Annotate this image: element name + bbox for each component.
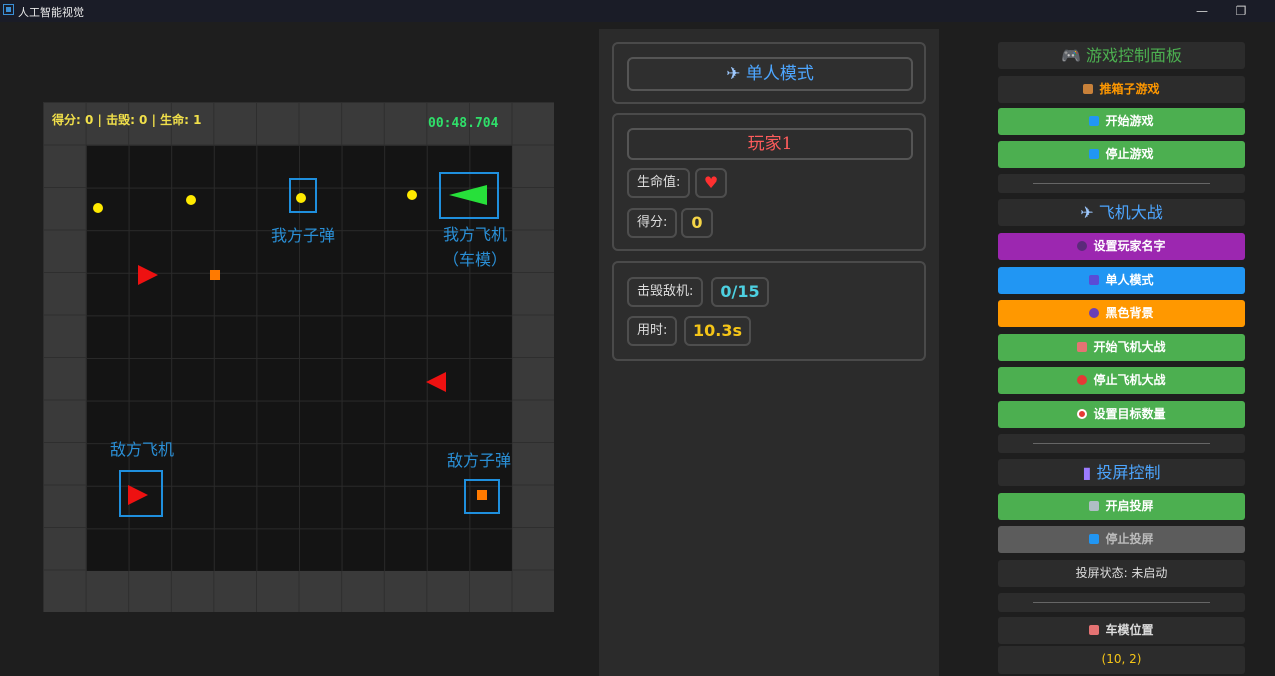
divider xyxy=(998,593,1245,612)
set-target-count-button[interactable]: 设置目标数量 xyxy=(998,401,1245,428)
app-icon xyxy=(3,4,14,15)
stop-plane-label: 停止飞机大战 xyxy=(1093,373,1166,387)
stop-cast-label: 停止投屏 xyxy=(1105,532,1154,546)
player-card: 玩家1 生命值: ♥ 得分: 0 xyxy=(612,113,926,251)
gamepad-icon: 🎮 xyxy=(1060,46,1086,65)
game-arena: 我方子弹 我方飞机 （车模） 敌方飞机 敌方子弹 xyxy=(86,145,512,571)
life-heart-icon: ♥ xyxy=(695,168,727,198)
phone-icon: ▮ xyxy=(1082,463,1097,482)
black-background-button[interactable]: 黑色背景 xyxy=(998,300,1245,327)
stop-game-button[interactable]: 停止游戏 xyxy=(998,141,1245,168)
stop-icon xyxy=(1089,534,1100,544)
start-game-button[interactable]: 开始游戏 xyxy=(998,108,1245,135)
stop-game-label: 停止游戏 xyxy=(1105,147,1154,161)
target-icon xyxy=(1077,409,1088,419)
car-position-title: 车模位置 xyxy=(998,617,1245,644)
my-bullet xyxy=(186,195,196,205)
title-bar: 人工智能视觉 — ❐ xyxy=(0,0,1275,22)
divider xyxy=(998,174,1245,193)
battle-stats-card: 击毁敌机: 0/15 用时: 10.3s xyxy=(612,261,926,361)
panel-title: 🎮 游戏控制面板 xyxy=(998,42,1245,69)
mode-display[interactable]: ✈ 单人模式 xyxy=(627,57,913,91)
set-player-name-button[interactable]: 设置玩家名字 xyxy=(998,233,1245,260)
single-mode-label: 单人模式 xyxy=(1105,273,1154,287)
play-icon xyxy=(1089,116,1100,126)
score-value: 0 xyxy=(681,208,713,238)
enemy-plane-highlight-box xyxy=(119,470,163,517)
restore-button[interactable]: ❐ xyxy=(1230,2,1252,20)
box-icon xyxy=(1083,84,1094,94)
enemy-plane xyxy=(426,372,446,392)
enemy-bullet-label: 敌方子弹 xyxy=(447,451,512,470)
cast-section-title: ▮ 投屏控制 xyxy=(998,459,1245,486)
stop-icon xyxy=(1089,149,1100,159)
my-plane-highlight-box xyxy=(439,172,499,219)
red-circle-icon xyxy=(1077,375,1088,385)
my-plane-label: 我方飞机 （车模） xyxy=(443,225,508,269)
car-position-title-text: 车模位置 xyxy=(1105,623,1154,637)
kills-value: 0/15 xyxy=(711,277,769,307)
stop-cast-button[interactable]: 停止投屏 xyxy=(998,526,1245,553)
my-bullet xyxy=(407,190,417,200)
start-cast-button[interactable]: 开启投屏 xyxy=(998,493,1245,520)
mode-card: ✈ 单人模式 xyxy=(612,42,926,104)
stop-plane-battle-button[interactable]: 停止飞机大战 xyxy=(998,367,1245,394)
plane-icon: ✈ xyxy=(726,64,746,84)
start-game-label: 开始游戏 xyxy=(1105,114,1154,128)
my-bullet-highlight-box xyxy=(289,178,317,213)
player-name: 玩家1 xyxy=(627,128,913,160)
start-plane-label: 开始飞机大战 xyxy=(1093,340,1166,354)
kills-label: 击毁敌机: xyxy=(627,277,704,307)
sokoban-title-text: 推箱子游戏 xyxy=(1099,82,1160,96)
user-icon xyxy=(1077,241,1088,251)
my-bullet-label: 我方子弹 xyxy=(271,226,336,245)
time-value: 10.3s xyxy=(684,316,751,346)
rocket-icon xyxy=(1077,342,1088,352)
set-target-label: 设置目标数量 xyxy=(1093,407,1166,421)
satellite-icon xyxy=(1089,501,1100,511)
black-bg-label: 黑色背景 xyxy=(1105,306,1154,320)
game-canvas[interactable]: 得分: 0 | 击毁: 0 | 生命: 1 00:48.704 我方子弹 我方飞… xyxy=(43,102,554,612)
game-timer: 00:48.704 xyxy=(428,116,499,131)
mode-label: 单人模式 xyxy=(745,64,814,84)
score-label: 得分: xyxy=(627,208,678,238)
enemy-bullet-highlight-box xyxy=(464,479,500,514)
single-mode-button[interactable]: 单人模式 xyxy=(998,267,1245,294)
life-label: 生命值: xyxy=(627,168,691,198)
divider xyxy=(998,434,1245,453)
cast-status: 投屏状态: 未启动 xyxy=(998,560,1245,587)
gamepad-icon xyxy=(1089,275,1100,285)
start-cast-label: 开启投屏 xyxy=(1105,499,1154,513)
plane-icon: ✈ xyxy=(1080,203,1099,222)
hud-stats: 得分: 0 | 击毁: 0 | 生命: 1 xyxy=(52,113,202,127)
enemy-plane xyxy=(138,265,158,285)
start-plane-battle-button[interactable]: 开始飞机大战 xyxy=(998,334,1245,361)
panel-title-text: 游戏控制面板 xyxy=(1086,46,1183,65)
car-icon xyxy=(1089,625,1100,635)
plane-section-title: ✈ 飞机大战 xyxy=(998,199,1245,226)
set-player-name-label: 设置玩家名字 xyxy=(1093,239,1166,253)
plane-title-text: 飞机大战 xyxy=(1098,203,1163,222)
circle-icon xyxy=(1089,308,1100,318)
sokoban-title: 推箱子游戏 xyxy=(998,76,1245,103)
minimize-button[interactable]: — xyxy=(1191,2,1213,20)
enemy-bullet xyxy=(210,270,220,280)
car-position-value: (10, 2) xyxy=(998,646,1245,674)
status-panel: ✈ 单人模式 玩家1 生命值: ♥ 得分: 0 击毁敌机: 0/15 用时: 1… xyxy=(599,29,939,676)
enemy-plane-label: 敌方飞机 xyxy=(110,440,175,459)
my-bullet xyxy=(93,203,103,213)
time-label: 用时: xyxy=(627,316,678,346)
cast-title-text: 投屏控制 xyxy=(1096,463,1161,482)
window-title: 人工智能视觉 xyxy=(18,6,84,19)
